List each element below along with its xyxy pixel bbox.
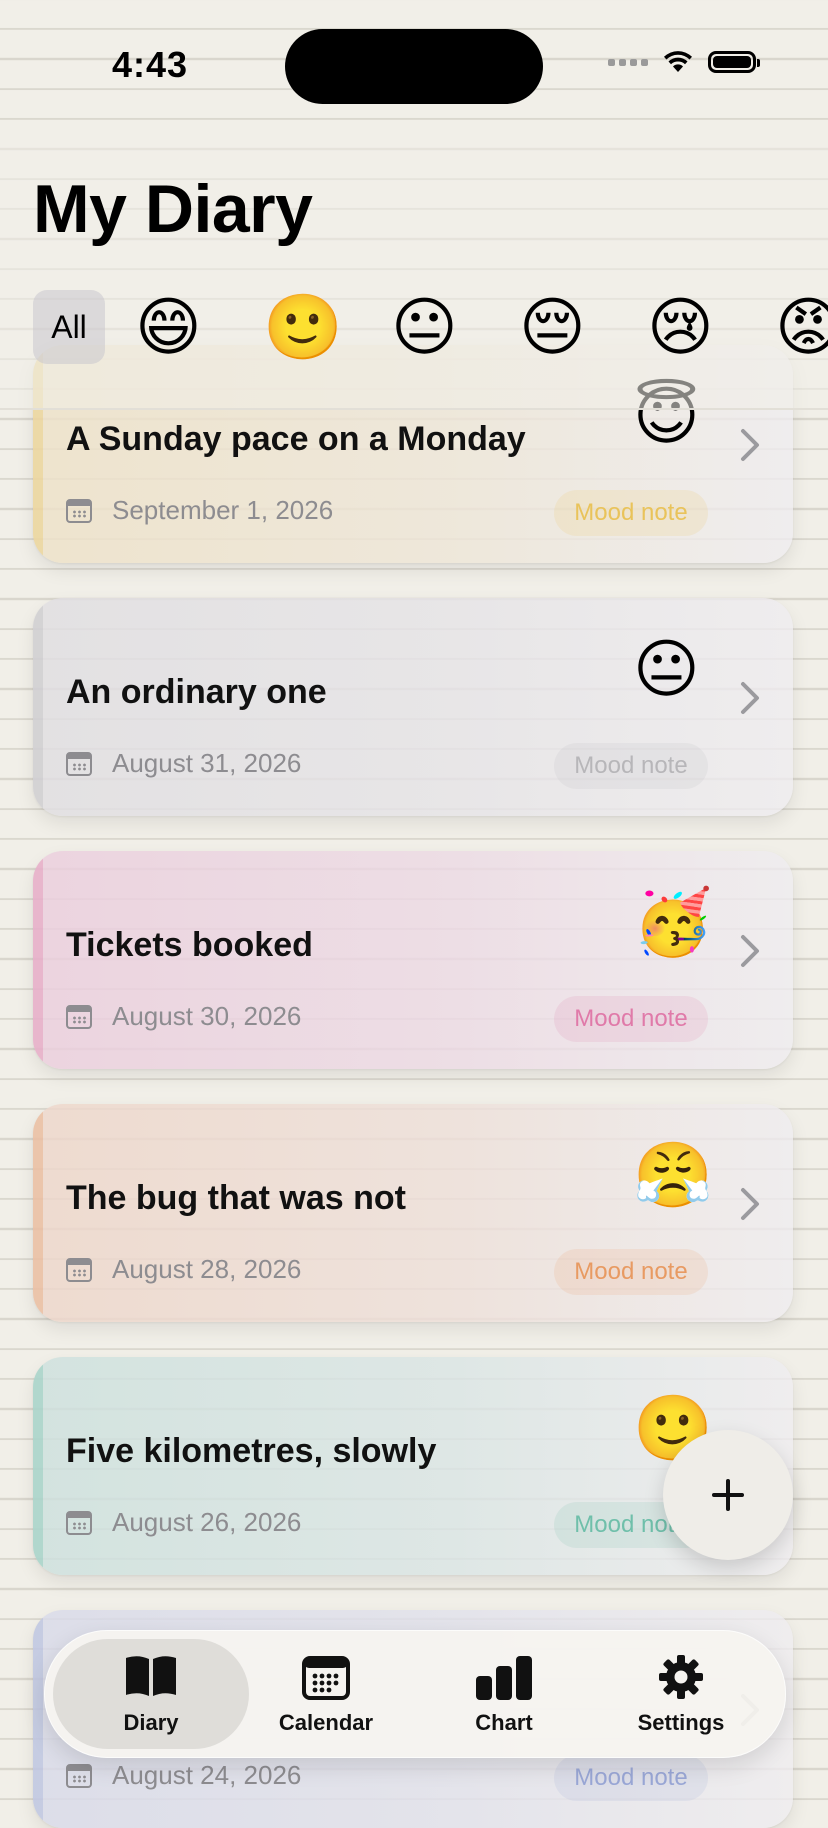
tab-label: Calendar <box>278 1710 374 1735</box>
plus-icon <box>712 1479 744 1511</box>
header: My Diary All 😄 🙂 😐 😔 😢 😡 <box>0 130 828 410</box>
mood-note-badge: Mood note <box>554 996 708 1042</box>
card-accent-stripe <box>33 1357 43 1575</box>
chevron-right-icon <box>741 429 759 461</box>
filter-all-button[interactable]: All <box>33 290 105 364</box>
entry-date: August 24, 2026 <box>112 1760 302 1790</box>
wifi-icon <box>664 51 692 72</box>
mood-filter-2[interactable]: 😐 <box>391 290 519 364</box>
entry-title: A Sunday pace on a Monday <box>66 420 526 458</box>
book-icon <box>121 1652 181 1702</box>
diary-entry-card[interactable]: An ordinary one 😐 August 31, 2026 Mood note <box>33 598 793 816</box>
chevron-right-icon <box>741 1188 759 1220</box>
add-entry-button[interactable] <box>663 1430 793 1560</box>
chevron-right-icon <box>741 682 759 714</box>
calendar-icon <box>66 1257 92 1282</box>
card-accent-stripe <box>33 1610 43 1828</box>
mood-filter-row: All 😄 🙂 😐 😔 😢 😡 <box>33 290 828 364</box>
diary-entry-card[interactable]: Tickets booked 🥳 August 30, 2026 Mood note <box>33 851 793 1069</box>
page-title: My Diary <box>33 171 313 247</box>
entry-date-row: August 31, 2026 <box>66 748 301 779</box>
entry-date: August 28, 2026 <box>112 1254 302 1284</box>
mood-note-badge: Mood note <box>554 490 708 536</box>
entry-date-row: August 24, 2026 <box>66 1760 301 1791</box>
calendar-icon <box>66 498 92 523</box>
entry-date-row: August 30, 2026 <box>66 1001 301 1032</box>
entry-date: August 30, 2026 <box>112 1001 302 1031</box>
mood-note-badge: Mood note <box>554 1249 708 1295</box>
cellular-signal-icon <box>608 58 648 66</box>
entry-date-row: August 26, 2026 <box>66 1507 301 1538</box>
calendar-icon <box>66 1004 92 1029</box>
card-accent-stripe <box>33 1104 43 1322</box>
mood-note-badge: Mood note <box>554 743 708 789</box>
chart-icon <box>474 1652 534 1702</box>
tab-settings[interactable]: Settings <box>591 1631 771 1757</box>
tab-diary[interactable]: Diary <box>61 1631 241 1757</box>
mood-filter-5[interactable]: 😡 <box>775 290 828 364</box>
calendar-icon <box>66 1763 92 1788</box>
card-accent-stripe <box>33 598 43 816</box>
tab-label: Settings <box>637 1710 725 1735</box>
calendar-icon <box>66 751 92 776</box>
mood-filter-0[interactable]: 😄 <box>135 290 263 364</box>
entry-title: Tickets booked <box>66 926 313 964</box>
tab-chart[interactable]: Chart <box>414 1631 594 1757</box>
battery-icon <box>708 51 760 73</box>
gear-icon <box>651 1652 711 1702</box>
entry-mood-emoji: 😤 <box>633 1139 713 1211</box>
tab-bar: Diary Calendar Chart Settings <box>44 1630 786 1758</box>
entry-date-row: August 28, 2026 <box>66 1254 301 1285</box>
entry-date: August 26, 2026 <box>112 1507 302 1537</box>
calendar-icon <box>296 1652 356 1702</box>
card-accent-stripe <box>33 851 43 1069</box>
tab-label: Diary <box>123 1710 179 1735</box>
mood-filter-1[interactable]: 🙂 <box>263 290 391 364</box>
tab-label: Chart <box>475 1710 533 1735</box>
chevron-right-icon <box>741 935 759 967</box>
diary-entry-card[interactable]: The bug that was not 😤 August 28, 2026 Mood… <box>33 1104 793 1322</box>
header-divider <box>0 408 828 410</box>
mood-filter-3[interactable]: 😔 <box>519 290 647 364</box>
calendar-icon <box>66 1510 92 1535</box>
tab-calendar[interactable]: Calendar <box>236 1631 416 1757</box>
status-icons <box>608 50 760 74</box>
entry-date: September 1, 2026 <box>112 495 334 525</box>
dynamic-island <box>285 29 543 104</box>
entry-mood-emoji: 🥳 <box>633 886 713 958</box>
entry-title: Five kilometres, slowly <box>66 1432 437 1470</box>
entry-title: The bug that was not <box>66 1179 406 1217</box>
entry-mood-emoji: 😐 <box>633 633 700 705</box>
status-bar: 4:43 <box>0 0 828 130</box>
entry-title: An ordinary one <box>66 673 327 711</box>
entry-date: August 31, 2026 <box>112 748 302 778</box>
mood-filter-4[interactable]: 😢 <box>647 290 775 364</box>
status-time: 4:43 <box>112 44 189 85</box>
entry-date-row: September 1, 2026 <box>66 495 333 526</box>
mood-note-badge: Mood note <box>554 1755 708 1801</box>
